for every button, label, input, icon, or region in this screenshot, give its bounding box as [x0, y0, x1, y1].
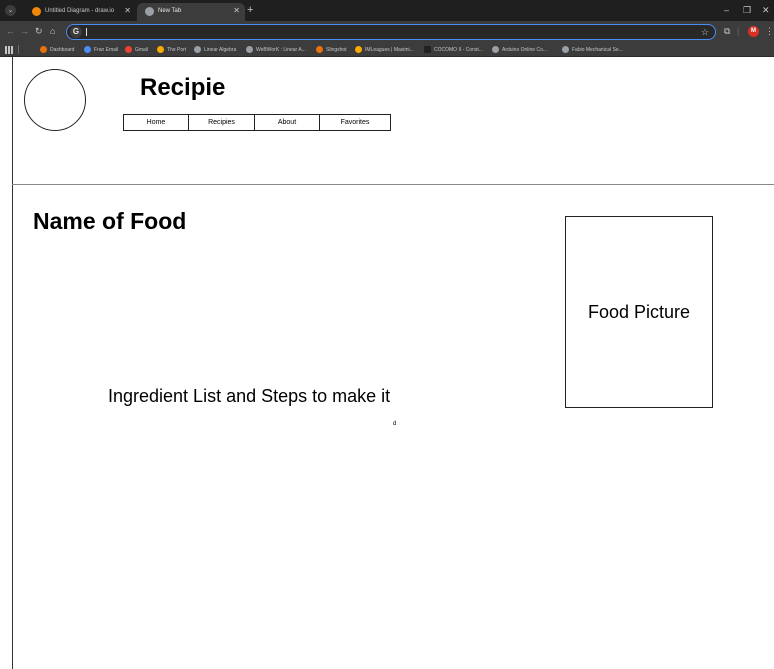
main-nav: Home Recipies About Favorites [123, 114, 391, 131]
browser-window: ⌄ Untitled Diagram - draw.io ✕ New Tab ✕… [0, 0, 774, 669]
browser-toolbar: ← → ↻ ⌂ G ☆ ⧉ | ⋮ [0, 21, 774, 43]
forward-icon[interactable]: → [20, 26, 29, 37]
bookmark-label: COCOMO II - Const... [434, 47, 483, 53]
more-menu-icon[interactable]: ⋮ [765, 26, 774, 37]
text-caret [86, 28, 87, 36]
tab-strip: ⌄ Untitled Diagram - draw.io ✕ New Tab ✕… [0, 0, 774, 21]
nav-home[interactable]: Home [124, 115, 189, 130]
tab-new-tab[interactable]: New Tab ✕ [137, 3, 245, 21]
logo-placeholder[interactable] [24, 69, 86, 131]
toolbar-separator: | [737, 26, 740, 36]
tab-drawio[interactable]: Untitled Diagram - draw.io ✕ [24, 3, 136, 21]
site-title: Recipie [140, 74, 226, 101]
globe-icon [562, 46, 569, 53]
ingredients-placeholder: Ingredient List and Steps to make it [108, 386, 391, 406]
header-divider [12, 184, 774, 185]
close-tab-icon[interactable]: ✕ [124, 6, 131, 16]
gmail-icon [125, 46, 132, 53]
minimize-button[interactable]: – [724, 4, 729, 16]
bookmark-star-icon[interactable]: ☆ [701, 26, 709, 38]
arduino-icon [492, 46, 499, 53]
food-picture-label: Food Picture [587, 301, 691, 322]
new-tab-button[interactable]: + [247, 4, 253, 16]
page-content: Recipie Home Recipies About Favorites Na… [0, 57, 774, 669]
webwork-icon [246, 46, 253, 53]
bookmark-label: Slingshot [326, 47, 347, 53]
apps-grid-icon[interactable] [5, 46, 13, 54]
bookmark-label: Arduino Online Co... [502, 47, 548, 53]
close-window-button[interactable]: ✕ [762, 4, 770, 16]
back-icon[interactable]: ← [6, 26, 15, 37]
close-tab-icon[interactable]: ✕ [233, 6, 240, 16]
left-border-line [12, 57, 13, 669]
reload-icon[interactable]: ↻ [35, 26, 43, 37]
slingshot-icon [316, 46, 323, 53]
drawio-icon [32, 7, 41, 16]
profile-avatar[interactable]: M [748, 26, 759, 37]
address-bar[interactable]: G ☆ [66, 24, 716, 40]
bookmark-label: Fabio Mechanical Se... [572, 47, 623, 53]
tab-search-icon[interactable]: ⌄ [5, 5, 16, 16]
food-picture-placeholder: Food Picture [565, 216, 713, 408]
bookmark-label: Gmail [135, 47, 149, 53]
bookmark-label: Dashboard [50, 47, 75, 53]
tab-title: Untitled Diagram - draw.io [45, 8, 115, 14]
port-icon [157, 46, 164, 53]
nav-recipies[interactable]: Recipies [189, 115, 255, 130]
google-icon: G [70, 26, 82, 38]
cocomo-icon [424, 46, 431, 53]
bookmark-separator [18, 45, 19, 54]
dashboard-icon [40, 46, 47, 53]
home-icon[interactable]: ⌂ [50, 26, 55, 37]
bookmarks-bar: Dashboard Fran Email Gmail The Port Line… [0, 43, 774, 57]
tab-title: New Tab [158, 8, 182, 14]
globe-icon [145, 7, 154, 16]
imleagues-icon [355, 46, 362, 53]
bookmark-label: The Port [167, 47, 187, 53]
stray-text: d [393, 421, 397, 427]
nav-about[interactable]: About [255, 115, 320, 130]
bookmark-label: Fran Email [94, 47, 119, 53]
outlook-icon [84, 46, 91, 53]
food-name-heading: Name of Food [33, 208, 187, 234]
restore-button[interactable]: ❐ [743, 4, 751, 16]
triangle-icon [194, 46, 201, 53]
nav-favorites[interactable]: Favorites [320, 115, 390, 130]
bookmark-label: Linear Algebra [204, 47, 237, 53]
bookmark-label: IMLeagues | Maximi... [365, 47, 414, 53]
extensions-icon[interactable]: ⧉ [724, 26, 730, 37]
bookmark-label: WeBWorK : Linear A... [256, 47, 306, 53]
